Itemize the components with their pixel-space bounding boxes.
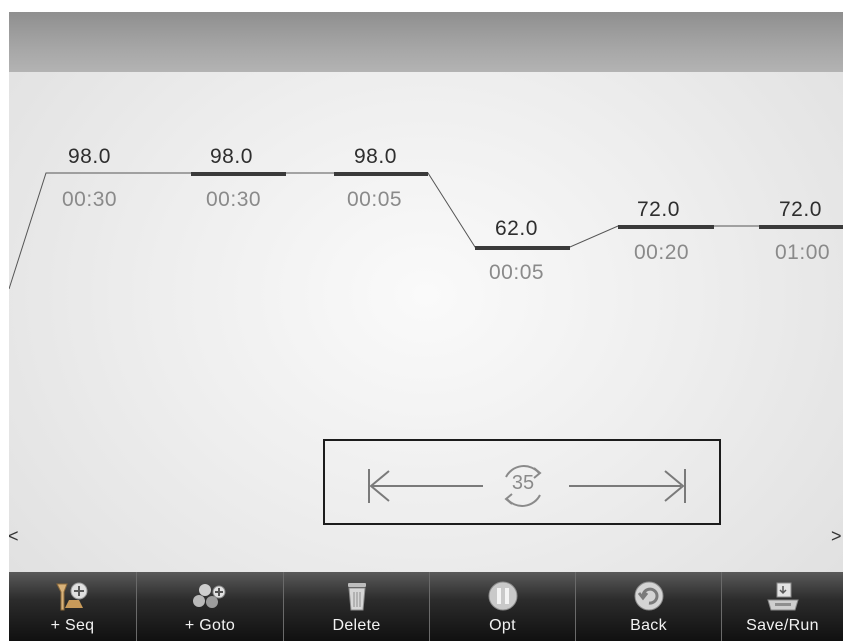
delete-button[interactable]: Delete: [284, 572, 430, 641]
step-temperature[interactable]: 98.0: [68, 145, 111, 169]
step-temperature[interactable]: 98.0: [210, 145, 253, 169]
step-temperature[interactable]: 72.0: [779, 198, 822, 222]
delete-label: Delete: [332, 617, 381, 634]
step-duration[interactable]: 00:20: [634, 241, 689, 265]
trash-icon: [337, 579, 377, 613]
temperature-profile: [9, 172, 843, 290]
cycle-repeat-box[interactable]: 35: [323, 439, 721, 525]
profile-line: [9, 172, 843, 290]
bottom-toolbar: + Seq + Goto Delete Opt Back Save/Run: [9, 572, 843, 641]
step-temperature[interactable]: 72.0: [637, 198, 680, 222]
add-segment-label: + Seq: [50, 617, 95, 634]
step-duration[interactable]: 00:05: [347, 188, 402, 212]
add-goto-label: + Goto: [184, 617, 236, 634]
step-temperature[interactable]: 62.0: [495, 217, 538, 241]
computer-save-icon: [763, 579, 803, 613]
scroll-right-button[interactable]: >: [831, 526, 842, 547]
undo-icon: [629, 579, 669, 613]
step-duration[interactable]: 00:05: [489, 261, 544, 285]
pause-icon: [483, 579, 523, 613]
save-run-label: Save/Run: [746, 617, 819, 634]
cycle-count[interactable]: 35: [501, 461, 545, 505]
step-temperature[interactable]: 98.0: [354, 145, 397, 169]
options-label: Opt: [489, 617, 516, 634]
scroll-left-button[interactable]: <: [9, 526, 19, 547]
save-run-button[interactable]: Save/Run: [722, 572, 843, 641]
flask-add-icon: [53, 579, 93, 613]
pcr-program-editor: 98.0 00:30 98.0 00:30 98.0 00:05 62.0 00…: [9, 12, 843, 641]
options-button[interactable]: Opt: [430, 572, 576, 641]
recycle-add-icon: [190, 579, 230, 613]
back-button[interactable]: Back: [576, 572, 722, 641]
back-label: Back: [630, 617, 667, 634]
step-duration[interactable]: 00:30: [62, 188, 117, 212]
add-goto-button[interactable]: + Goto: [137, 572, 284, 641]
step-duration[interactable]: 00:30: [206, 188, 261, 212]
step-duration[interactable]: 01:00: [775, 241, 830, 265]
add-segment-button[interactable]: + Seq: [9, 572, 137, 641]
